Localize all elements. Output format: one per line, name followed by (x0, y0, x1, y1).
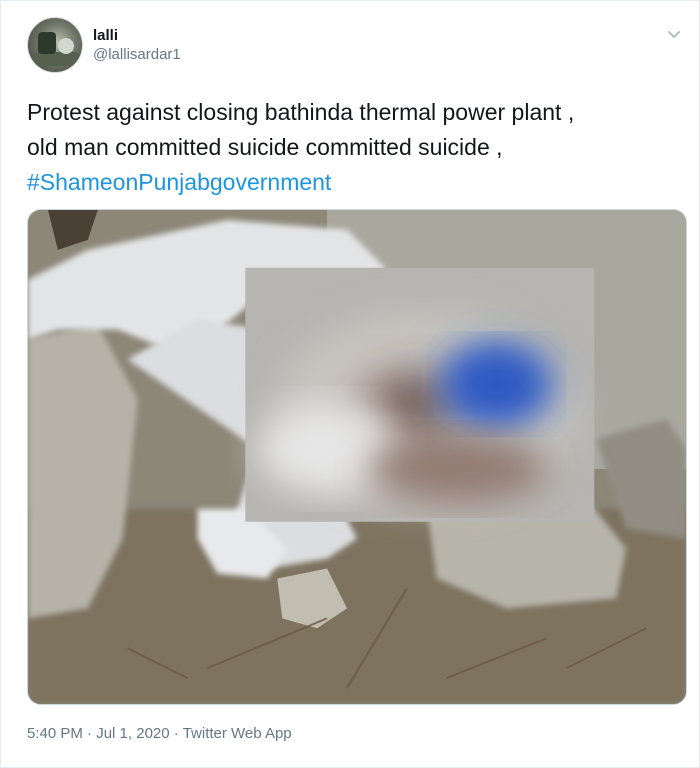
tweet-text-line-2: old man committed suicide committed suic… (27, 134, 503, 160)
tweet-card: lalli @lallisardar1 Protest against clos… (0, 0, 700, 768)
tweet-image[interactable] (27, 209, 687, 705)
display-name[interactable]: lalli (93, 26, 181, 45)
tweet-header: lalli @lallisardar1 (27, 17, 181, 73)
tweet-text: Protest against closing bathinda thermal… (27, 95, 677, 200)
tweet-footer: 5:40 PM · Jul 1, 2020 · Twitter Web App (27, 725, 292, 742)
user-handle[interactable]: @lallisardar1 (93, 45, 181, 65)
hashtag-link[interactable]: #ShameonPunjabgovernment (27, 165, 677, 200)
tweet-text-line-1: Protest against closing bathinda thermal… (27, 99, 575, 125)
chevron-down-icon[interactable] (665, 25, 683, 43)
tweet-time[interactable]: 5:40 PM (27, 725, 83, 742)
author-names: lalli @lallisardar1 (93, 26, 181, 65)
separator: · (87, 725, 93, 742)
tweet-source[interactable]: Twitter Web App (183, 725, 292, 742)
avatar[interactable] (27, 17, 83, 73)
separator: · (173, 725, 179, 742)
tweet-date[interactable]: Jul 1, 2020 (96, 725, 169, 742)
photo-illustration (28, 210, 686, 704)
